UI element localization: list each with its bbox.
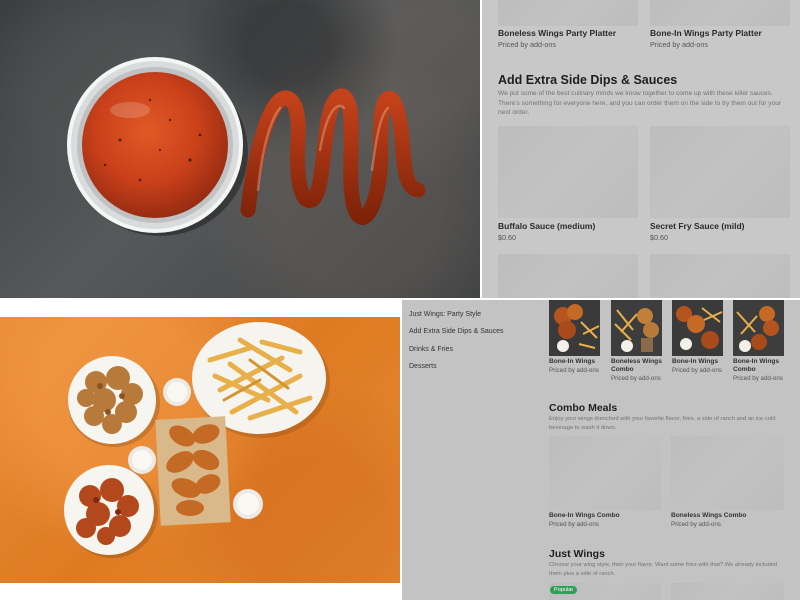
- food-thumbnail: [611, 300, 662, 356]
- wings-photo: [0, 300, 400, 600]
- popular-badge: Popular: [550, 586, 578, 594]
- section-desc-just-wings: Choose your wing style, then your flavor…: [549, 562, 778, 577]
- menu-panel-bottom: Just Wings: Party Style Add Extra Side D…: [402, 300, 800, 600]
- sauce-name-1[interactable]: Buffalo Sauce (medium): [498, 221, 595, 231]
- combo-card-image-2[interactable]: [671, 436, 784, 510]
- thumb-image-3[interactable]: [672, 300, 723, 356]
- combo-name-2[interactable]: Boneless Wings Combo: [671, 512, 746, 520]
- combo-name-1[interactable]: Bone-In Wings Combo: [549, 512, 620, 520]
- platter-price-1: Priced by add-ons: [498, 40, 556, 49]
- thumb-price-2: Priced by add-ons: [611, 375, 661, 382]
- sauce-price-2: $0.60: [650, 233, 668, 242]
- sauce-price-1: $0.60: [498, 233, 516, 242]
- platter-price-2: Priced by add-ons: [650, 40, 708, 49]
- thumb-name-4[interactable]: Bone-In Wings Combo: [733, 358, 788, 375]
- food-thumbnail: [549, 300, 600, 356]
- section-desc-dips: We put some of the best culinary minds w…: [498, 90, 782, 117]
- thumb-name-3[interactable]: Bone-In Wings: [672, 358, 727, 366]
- sauce-photo: [0, 0, 480, 298]
- section-title-just-wings: Just Wings: [549, 548, 605, 560]
- thumb-image-2[interactable]: [611, 300, 662, 356]
- sauce-card-image-4[interactable]: [650, 254, 790, 298]
- food-thumbnail: [672, 300, 723, 356]
- sauce-card-image-3[interactable]: [498, 254, 638, 298]
- wings-illustration: [64, 322, 330, 558]
- thumb-image-1[interactable]: [549, 300, 600, 356]
- platter-image-2[interactable]: [650, 0, 790, 26]
- sidebar-item-drinks-fries[interactable]: Drinks & Fries: [409, 346, 453, 353]
- sauce-name-2[interactable]: Secret Fry Sauce (mild): [650, 221, 744, 231]
- platter-image-1[interactable]: [498, 0, 638, 26]
- sauce-illustration: [67, 57, 426, 236]
- platter-name-1[interactable]: Boneless Wings Party Platter: [498, 28, 616, 38]
- wings-card-image-2[interactable]: [671, 583, 784, 600]
- section-title-combo: Combo Meals: [549, 402, 618, 414]
- combo-card-image-1[interactable]: [549, 436, 661, 510]
- food-thumbnail: [733, 300, 784, 356]
- sauce-card-image-2[interactable]: [650, 126, 790, 218]
- combo-price-2: Priced by add-ons: [671, 521, 721, 528]
- thumb-price-4: Priced by add-ons: [733, 375, 783, 382]
- thumb-image-4[interactable]: [733, 300, 784, 356]
- thumb-name-1[interactable]: Bone-In Wings: [549, 358, 604, 366]
- sauce-card-image-1[interactable]: [498, 126, 638, 218]
- menu-panel-top: Boneless Wings Party Platter Priced by a…: [482, 0, 800, 298]
- thumb-price-1: Priced by add-ons: [549, 367, 599, 374]
- platter-name-2[interactable]: Bone-In Wings Party Platter: [650, 28, 762, 38]
- section-title-dips: Add Extra Side Dips & Sauces: [498, 73, 678, 87]
- thumb-name-2[interactable]: Boneless Wings Combo: [611, 358, 666, 375]
- thumb-price-3: Priced by add-ons: [672, 367, 722, 374]
- sidebar-item-party-style[interactable]: Just Wings: Party Style: [409, 311, 481, 318]
- sidebar-item-desserts[interactable]: Desserts: [409, 363, 437, 370]
- sidebar-item-dips-sauces[interactable]: Add Extra Side Dips & Sauces: [409, 328, 504, 335]
- section-desc-combo: Enjoy your wings drenched with your favo…: [549, 416, 776, 431]
- combo-price-1: Priced by add-ons: [549, 521, 599, 528]
